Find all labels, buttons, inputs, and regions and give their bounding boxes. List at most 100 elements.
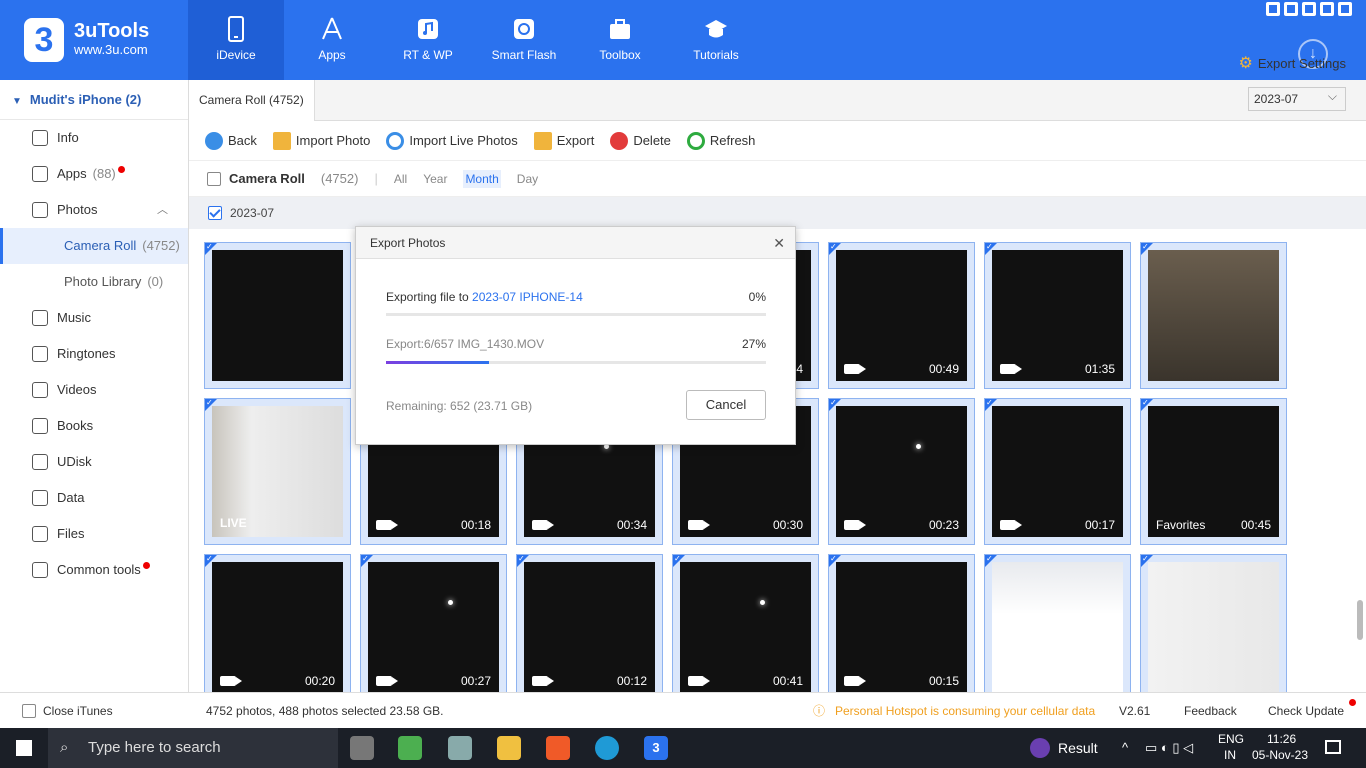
tray-chevron-icon[interactable]: ^ xyxy=(1122,728,1128,768)
photo-thumbnail[interactable]: 00:17 xyxy=(984,398,1131,545)
exporting-prefix: Exporting file to xyxy=(386,290,473,304)
photo-thumbnail[interactable]: 00:12 xyxy=(516,554,663,701)
filter-year[interactable]: Year xyxy=(423,172,447,186)
sidebar-item-books[interactable]: Books xyxy=(0,408,188,444)
nav-rt-wp[interactable]: RT & WP xyxy=(380,0,476,80)
taskbar-search[interactable]: ⌕ Type here to search xyxy=(48,728,338,768)
photo-thumbnail[interactable]: 00:27 xyxy=(360,554,507,701)
feedback-link[interactable]: Feedback xyxy=(1184,693,1237,729)
nav-apps[interactable]: Apps xyxy=(284,0,380,80)
cancel-button[interactable]: Cancel xyxy=(686,390,766,420)
video-info-bar: 00:15 xyxy=(836,669,967,693)
3utools-taskbar-icon[interactable]: 3 xyxy=(644,736,668,760)
photo-thumbnail[interactable] xyxy=(1140,242,1287,389)
sidebar-item-apps[interactable]: Apps (88) xyxy=(0,156,188,192)
sidebar-item-camera-roll[interactable]: Camera Roll (4752) xyxy=(0,228,188,264)
device-header[interactable]: ▼ Mudit's iPhone (2) xyxy=(0,80,188,120)
sidebar-item-photo-library[interactable]: Photo Library (0) xyxy=(0,264,188,300)
windows-start-icon[interactable] xyxy=(16,740,32,756)
import-live-label: Import Live Photos xyxy=(409,133,518,148)
nav-idevice[interactable]: iDevice xyxy=(188,0,284,80)
minimize-icon[interactable] xyxy=(1302,2,1316,16)
lang-secondary[interactable]: IN xyxy=(1224,748,1236,762)
app-icon[interactable] xyxy=(448,736,472,760)
close-itunes-label: Close iTunes xyxy=(43,704,113,718)
tray-icons[interactable]: ▭ ◐ ▯ ◁ xyxy=(1145,728,1193,768)
notification-icon[interactable] xyxy=(1325,740,1341,754)
photo-thumbnail[interactable] xyxy=(984,554,1131,701)
sidebar-item-photos[interactable]: Photos ︿ xyxy=(0,192,188,228)
photo-thumbnail[interactable] xyxy=(1140,554,1287,701)
photo-thumbnail[interactable]: 00:41 xyxy=(672,554,819,701)
sidebar-item-data[interactable]: Data xyxy=(0,480,188,516)
sidebar-item-common-tools[interactable]: Common tools xyxy=(0,552,188,588)
export-target-link[interactable]: 2023-07 IPHONE-14 xyxy=(472,290,583,304)
close-icon[interactable] xyxy=(1338,2,1352,16)
group-checkbox[interactable] xyxy=(208,206,222,220)
photo-thumbnail[interactable]: 00:49 xyxy=(828,242,975,389)
import-photo-button[interactable]: Import Photo xyxy=(272,131,371,150)
file-explorer-icon[interactable] xyxy=(497,736,521,760)
clock-date[interactable]: 05-Nov-23 xyxy=(1252,748,1308,762)
back-button[interactable]: Back xyxy=(205,131,257,150)
close-itunes-checkbox[interactable] xyxy=(22,704,36,718)
date-select[interactable]: 2023-07 xyxy=(1248,85,1346,111)
scrollbar[interactable] xyxy=(1357,600,1363,640)
nav-label: Tutorials xyxy=(693,48,739,62)
edge-icon[interactable] xyxy=(595,736,619,760)
menu-icon[interactable] xyxy=(1284,2,1298,16)
sidebar-item-music[interactable]: Music xyxy=(0,300,188,336)
notification-dot xyxy=(117,165,125,173)
filter-day[interactable]: Day xyxy=(517,172,538,186)
file-line: Export:6/657 IMG_1430.MOV xyxy=(386,337,545,351)
brave-icon[interactable] xyxy=(546,736,570,760)
top-bar: 3 3uTools www.3u.com iDevice Apps RT & W… xyxy=(0,0,1366,80)
lang-primary[interactable]: ENG xyxy=(1218,732,1244,746)
video-info-bar: 00:23 xyxy=(836,513,967,537)
video-info-bar: 01:35 xyxy=(992,357,1123,381)
refresh-button[interactable]: Refresh xyxy=(686,131,756,150)
skin-icon[interactable] xyxy=(1266,2,1280,16)
photo-thumbnail[interactable] xyxy=(204,242,351,389)
export-settings-button[interactable]: ⚙ Export Settings xyxy=(1239,53,1347,73)
photo-thumbnail[interactable]: Favorites 00:45 xyxy=(1140,398,1287,545)
sidebar-item-info[interactable]: Info xyxy=(0,120,188,156)
result-icon[interactable] xyxy=(1030,738,1050,758)
check-update-link[interactable]: Check Update xyxy=(1268,693,1344,729)
result-label: Result xyxy=(1058,740,1098,756)
photo-thumbnail[interactable]: LIVE xyxy=(204,398,351,545)
photo-thumbnail[interactable]: 00:23 xyxy=(828,398,975,545)
sidebar-item-label: Books xyxy=(57,418,94,433)
task-view-icon[interactable] xyxy=(350,736,374,760)
nav-toolbox[interactable]: Toolbox xyxy=(572,0,668,80)
nav-smart-flash[interactable]: Smart Flash xyxy=(476,0,572,80)
sidebar-item-videos[interactable]: Videos xyxy=(0,372,188,408)
tab-camera-roll[interactable]: Camera Roll (4752) xyxy=(189,80,315,121)
export-button[interactable]: Export xyxy=(533,131,594,150)
delete-button[interactable]: Delete xyxy=(610,131,671,150)
refresh-label: Refresh xyxy=(709,133,756,148)
sidebar-item-label: Apps xyxy=(57,166,87,181)
maximize-icon[interactable] xyxy=(1320,2,1334,16)
filter-all[interactable]: All xyxy=(394,172,407,186)
info-icon xyxy=(32,130,48,146)
sidebar-item-ringtones[interactable]: Ringtones xyxy=(0,336,188,372)
filter-month[interactable]: Month xyxy=(463,169,501,188)
sidebar-item-count: (0) xyxy=(147,274,164,289)
photo-thumbnail[interactable]: 01:35 xyxy=(984,242,1131,389)
sidebar-item-udisk[interactable]: UDisk xyxy=(0,444,188,480)
chevron-up-icon[interactable]: ︿ xyxy=(157,192,168,228)
close-icon[interactable]: ✕ xyxy=(773,227,785,259)
sidebar-item-files[interactable]: Files xyxy=(0,516,188,552)
bell-icon xyxy=(32,346,48,362)
clock-time[interactable]: 11:26 xyxy=(1267,732,1296,746)
grid-icon xyxy=(32,562,48,578)
select-all-checkbox[interactable] xyxy=(207,171,221,186)
hotspot-warning[interactable]: Personal Hotspot is consuming your cellu… xyxy=(835,693,1095,729)
photo-thumbnail[interactable]: 00:15 xyxy=(828,554,975,701)
bluestacks-icon[interactable] xyxy=(398,736,422,760)
import-photo-label: Import Photo xyxy=(295,133,371,148)
import-live-photos-button[interactable]: Import Live Photos xyxy=(386,131,518,150)
photo-thumbnail[interactable]: 00:20 xyxy=(204,554,351,701)
nav-tutorials[interactable]: Tutorials xyxy=(668,0,764,80)
